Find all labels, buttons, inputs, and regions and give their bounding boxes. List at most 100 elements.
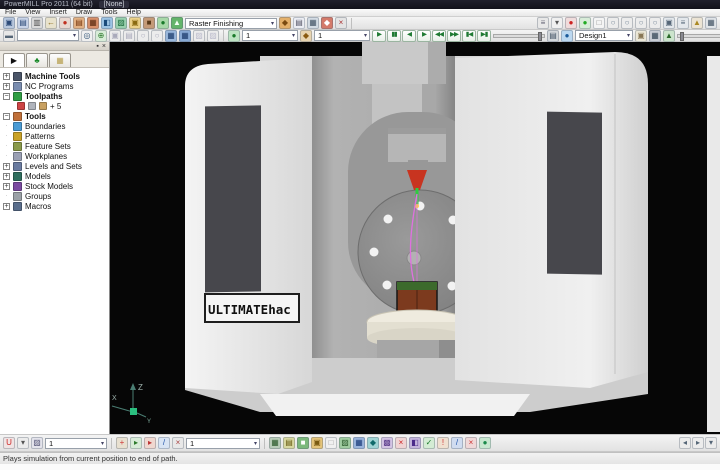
toolpath-state-icon[interactable]: [17, 102, 25, 110]
open-project-icon[interactable]: ▣: [3, 17, 15, 29]
tree-item-patterns[interactable]: · Patterns: [3, 131, 109, 141]
pattern-icon[interactable]: ▬: [3, 29, 15, 42]
tree-item-levels-and-sets[interactable]: + Levels and Sets: [3, 161, 109, 171]
close-icon[interactable]: ×: [102, 43, 106, 50]
expander-icon[interactable]: +: [3, 82, 10, 90]
undo-icon[interactable]: ←: [45, 17, 57, 29]
cyan-gem-icon[interactable]: ◆: [367, 437, 379, 449]
pen-icon[interactable]: /: [451, 437, 463, 449]
links-icon[interactable]: ▸: [144, 437, 156, 449]
view-iso3-icon[interactable]: ○: [635, 17, 647, 29]
gear-icon[interactable]: ⊕: [95, 29, 107, 42]
toolpath-state-icon[interactable]: [39, 102, 47, 110]
machine-icon[interactable]: ▦: [649, 29, 661, 42]
save-faded-icon[interactable]: ▤: [123, 29, 135, 42]
block-view-icon[interactable]: ▦: [269, 437, 281, 449]
red-x-icon[interactable]: ×: [395, 437, 407, 449]
sim-toolpath-combo[interactable]: 1 ▾: [242, 30, 298, 41]
material-icon[interactable]: ▤: [283, 437, 295, 449]
save-project-icon[interactable]: ▤: [17, 17, 29, 29]
calculator-icon[interactable]: ▦: [87, 17, 99, 29]
tree-item-machine-tools[interactable]: + Machine Tools: [3, 71, 109, 81]
links-combo[interactable]: 1 ▾: [186, 437, 260, 449]
shade-icon[interactable]: ■: [297, 437, 309, 449]
tree-item-boundaries[interactable]: · Boundaries: [3, 121, 109, 131]
nav-back-icon[interactable]: ◂: [679, 437, 691, 449]
go-icon[interactable]: ●: [579, 17, 591, 29]
title-bar[interactable]: PowerMILL Pro 2011 (64 bit) [None]: [0, 0, 720, 9]
open-faded-icon[interactable]: ▣: [109, 29, 121, 42]
blank-icon[interactable]: □: [325, 437, 337, 449]
wireframe-icon[interactable]: ▣: [311, 437, 323, 449]
screen2-icon[interactable]: ▦: [179, 29, 191, 42]
spreadsheet-icon[interactable]: ▦: [307, 17, 319, 29]
play-button[interactable]: ▶: [372, 29, 386, 42]
collision-check-icon[interactable]: ●: [157, 17, 169, 29]
expander-icon[interactable]: +: [3, 182, 10, 190]
alert-icon[interactable]: !: [437, 437, 449, 449]
tree-item-nc-programs[interactable]: + NC Programs: [3, 81, 109, 91]
strategy-combo[interactable]: Raster Finishing ▾: [185, 17, 277, 29]
stop-icon[interactable]: ●: [565, 17, 577, 29]
view-iso2-icon[interactable]: ○: [621, 17, 633, 29]
tree-icon[interactable]: ▲: [663, 29, 675, 42]
tree-view-tab[interactable]: ♣: [26, 53, 48, 67]
step-forward-button[interactable]: ▶: [417, 29, 431, 42]
menu-tools[interactable]: Tools: [101, 9, 117, 16]
notes-icon[interactable]: ▤: [293, 17, 305, 29]
tree-subitem[interactable]: + 5: [3, 101, 109, 111]
search-forward-button[interactable]: ▶▶: [447, 29, 461, 42]
world-icon[interactable]: ●: [561, 29, 573, 42]
ghost2-icon[interactable]: ▨: [207, 29, 219, 42]
search-back-button[interactable]: ◀◀: [432, 29, 446, 42]
levels-icon[interactable]: ≡: [677, 17, 689, 29]
refresh-icon[interactable]: ▣: [663, 17, 675, 29]
prev-faded-icon[interactable]: ○: [137, 29, 149, 42]
toolpath-state-icon[interactable]: [28, 102, 36, 110]
expander-icon[interactable]: +: [3, 72, 10, 80]
ghost1-icon[interactable]: ▨: [193, 29, 205, 42]
hints-tab[interactable]: ▦: [49, 53, 71, 67]
draw-icon[interactable]: /: [158, 437, 170, 449]
erase-icon[interactable]: ×: [172, 437, 184, 449]
view-iso4-icon[interactable]: ○: [649, 17, 661, 29]
leads-combo[interactable]: 1 ▾: [45, 437, 107, 449]
sim-tool-combo[interactable]: 1 ▾: [314, 30, 370, 41]
undo-clamp-icon[interactable]: U: [3, 437, 15, 449]
step-back-button[interactable]: ◀: [402, 29, 416, 42]
menu-insert[interactable]: Insert: [49, 9, 67, 16]
pin-icon[interactable]: ▪: [96, 43, 98, 50]
menu-view[interactable]: View: [25, 9, 40, 16]
tree-item-workplanes[interactable]: · Workplanes: [3, 151, 109, 161]
expander-icon[interactable]: −: [3, 112, 10, 120]
toolpath-edit-icon[interactable]: ◆: [279, 17, 291, 29]
machine-simulation-canvas[interactable]: ULTIMATEhac Z X Y: [110, 42, 720, 434]
clamp-caret-icon[interactable]: ▾: [17, 437, 29, 449]
document-tab[interactable]: [None]: [98, 1, 130, 8]
sim-detail-slider[interactable]: [677, 31, 720, 41]
post-icon[interactable]: ◆: [321, 17, 333, 29]
toolpath-sim-icon[interactable]: ●: [228, 29, 240, 42]
viewport-3d[interactable]: ULTIMATEhac Z X Y: [110, 42, 720, 434]
purple-icon[interactable]: ◧: [409, 437, 421, 449]
block-icon[interactable]: ■: [143, 17, 155, 29]
macro-record-icon[interactable]: ●: [59, 17, 71, 29]
expander-icon[interactable]: −: [3, 92, 10, 100]
expander-icon[interactable]: +: [3, 162, 10, 170]
tree-item-models[interactable]: + Models: [3, 171, 109, 181]
tree-item-tools[interactable]: − Tools: [3, 111, 109, 121]
dropdown-icon[interactable]: ▾: [551, 17, 563, 29]
tree-item-macros[interactable]: + Macros: [3, 201, 109, 211]
menu-file[interactable]: File: [5, 9, 16, 16]
delete-icon[interactable]: ×: [335, 17, 347, 29]
blue-grid-icon[interactable]: ▦: [353, 437, 365, 449]
font-size-icon[interactable]: ≡: [537, 17, 549, 29]
cross-icon[interactable]: ×: [465, 437, 477, 449]
expander-icon[interactable]: +: [3, 172, 10, 180]
check-icon[interactable]: ✓: [423, 437, 435, 449]
tree-item-feature-sets[interactable]: · Feature Sets: [3, 141, 109, 151]
axis-icon[interactable]: +: [116, 437, 128, 449]
next-faded-icon[interactable]: ○: [151, 29, 163, 42]
tree-item-toolpaths[interactable]: − Toolpaths: [3, 91, 109, 101]
menu-help[interactable]: Help: [127, 9, 141, 16]
